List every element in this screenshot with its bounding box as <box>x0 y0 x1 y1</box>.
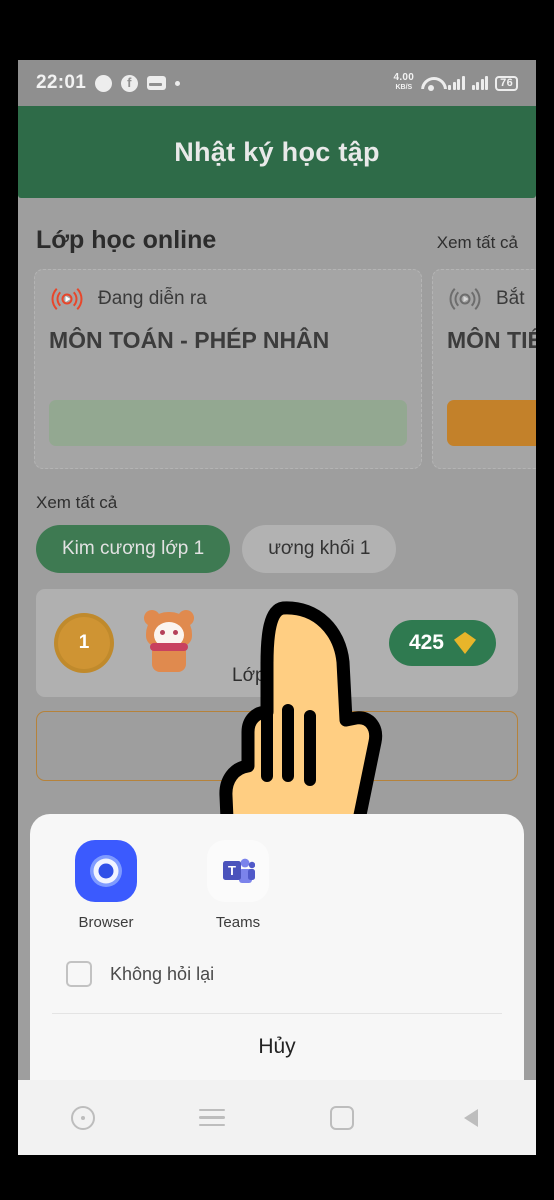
gem-count-pill: 425 <box>388 620 496 666</box>
app-list: Browser T Teams <box>52 840 502 931</box>
facebook-icon <box>121 74 139 92</box>
card-icon <box>147 76 167 90</box>
recents-button[interactable] <box>148 1108 278 1127</box>
live-broadcast-icon <box>49 283 85 315</box>
rank-badge: 1 <box>58 617 110 669</box>
app-label: Teams <box>215 914 261 931</box>
home-button[interactable] <box>277 1105 407 1130</box>
network-speed-unit: KB/S <box>395 84 413 91</box>
class-card-1[interactable]: Đang diễn ra MÔN TOÁN - PHÉP NHÂN <box>34 269 422 469</box>
status-bar-right: 4.00 KB/S 76 <box>393 73 518 93</box>
class-status-row: Bắt <box>447 283 536 315</box>
menu-icon <box>199 1108 226 1127</box>
ranking-summary-card: 1 Lớp 425 <box>36 589 518 697</box>
teams-icon: T <box>207 840 269 902</box>
class-status-label: Đang diễn ra <box>98 288 207 309</box>
class-title: MÔN TIẾ VĂN <box>447 327 536 353</box>
app-label: Browser <box>78 914 134 931</box>
signal-2-icon <box>471 76 489 90</box>
messenger-icon <box>95 74 113 92</box>
status-bar-left: 22:01 <box>36 72 181 94</box>
network-speed-value: 4.00 <box>393 72 415 83</box>
ranking-tabs: Kim cương lớp 1 ương khối 1 <box>34 525 520 573</box>
ranking-tab-class[interactable]: Kim cương lớp 1 <box>36 525 231 573</box>
online-class-header: Lớp học online Xem tất cả <box>34 198 520 269</box>
assistant-circle-icon <box>70 1105 95 1130</box>
dont-ask-again-row[interactable]: Không hỏi lại <box>52 931 502 987</box>
wifi-icon <box>421 76 441 91</box>
cat-mascot-icon <box>140 607 198 676</box>
back-triangle-icon <box>464 1108 479 1127</box>
app-option-browser[interactable]: Browser <box>66 840 146 931</box>
app-option-teams[interactable]: T Teams <box>198 840 278 931</box>
svg-text:T: T <box>228 863 236 878</box>
see-all-link-classes[interactable]: Xem tất cả <box>437 233 518 253</box>
browser-icon <box>75 840 137 902</box>
app-bar: Nhật ký học tập <box>18 106 536 198</box>
status-bar: 22:01 4.00 KB/S 76 <box>18 60 536 106</box>
main-content: Lớp học online Xem tất cả Đang diễn ra M… <box>18 198 536 781</box>
dont-ask-again-checkbox[interactable] <box>66 961 92 987</box>
diamond-icon <box>454 632 476 654</box>
live-broadcast-icon <box>447 283 483 315</box>
app-chooser-sheet: Browser T Teams Không hỏi lại Hủy <box>30 814 524 1080</box>
class-status-label: Bắt <box>496 288 525 309</box>
class-cards-row: Đang diễn ra MÔN TOÁN - PHÉP NHÂN Bắt MÔ… <box>34 269 536 469</box>
assistant-button[interactable] <box>18 1105 148 1130</box>
home-square-icon <box>329 1105 354 1130</box>
phone-screen: 22:01 4.00 KB/S 76 Nhật ký học tập Lớp h… <box>18 60 536 1155</box>
page-title: Nhật ký học tập <box>174 136 380 167</box>
battery-icon: 76 <box>495 75 518 91</box>
dont-ask-again-label: Không hỏi lại <box>110 963 215 984</box>
network-speed: 4.00 KB/S <box>393 73 414 93</box>
class-join-button[interactable] <box>49 400 407 446</box>
cancel-button[interactable]: Hủy <box>52 1014 502 1080</box>
see-all-link-ranking[interactable]: Xem tất cả <box>34 469 520 525</box>
class-title: MÔN TOÁN - PHÉP NHÂN <box>49 327 330 353</box>
section-title: Lớp học online <box>36 226 217 254</box>
back-button[interactable] <box>407 1108 537 1127</box>
class-name-label: Lớp <box>232 665 266 686</box>
class-status-row: Đang diễn ra <box>49 283 407 315</box>
gem-count-value: 425 <box>408 631 444 654</box>
class-join-button[interactable] <box>447 400 536 446</box>
signal-1-icon <box>448 76 465 90</box>
android-nav-bar <box>18 1080 536 1155</box>
class-card-2[interactable]: Bắt MÔN TIẾ VĂN <box>432 269 536 469</box>
status-time: 22:01 <box>36 72 87 93</box>
ranking-tab-grade[interactable]: ương khối 1 <box>242 525 397 573</box>
highlighted-card[interactable] <box>36 711 518 781</box>
dot-icon <box>175 80 181 86</box>
